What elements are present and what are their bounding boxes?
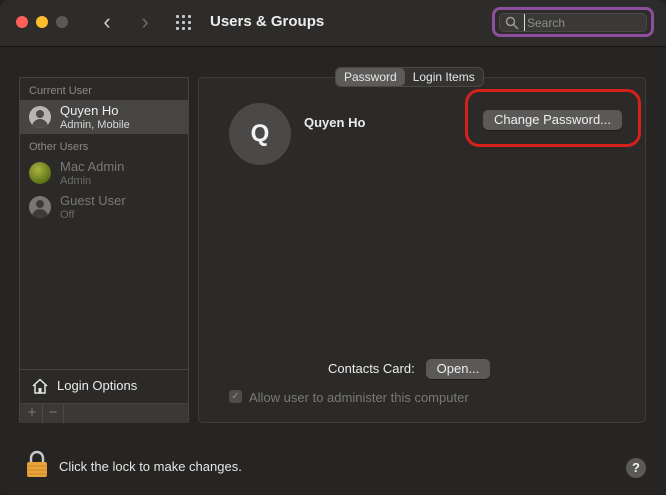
add-user-button[interactable]: + — [22, 404, 43, 423]
users-sidebar: Current User Quyen Ho Admin, Mobile Othe… — [19, 77, 189, 423]
user-role: Admin, Mobile — [60, 119, 130, 131]
forward-chevron-icon[interactable]: › — [134, 10, 156, 34]
tennis-ball-avatar-icon — [29, 162, 51, 184]
search-focus-highlight — [492, 7, 654, 37]
selected-user-name: Quyen Ho — [304, 115, 366, 130]
sidebar-toolbar: + − — [20, 403, 188, 423]
search-icon — [505, 16, 519, 30]
user-item-guest-user[interactable]: Guest User Off — [20, 190, 188, 224]
tab-login-items[interactable]: Login Items — [405, 68, 483, 86]
login-options-label: Login Options — [57, 378, 138, 393]
avatar-initial: Q — [250, 120, 270, 147]
current-user-header: Current User — [29, 85, 92, 97]
remove-user-button[interactable]: − — [43, 404, 64, 423]
other-users-header: Other Users — [29, 141, 89, 153]
title-bar: ‹ › Users & Groups — [0, 0, 666, 47]
user-name: Guest User — [60, 193, 126, 208]
users-groups-window: ‹ › Users & Groups Current User Quyen Ho… — [0, 0, 666, 495]
tab-bar: Password Login Items — [335, 67, 484, 87]
user-item-mac-admin[interactable]: Mac Admin Admin — [20, 156, 188, 190]
user-name: Quyen Ho — [60, 103, 119, 118]
avatar-person-icon — [29, 196, 51, 218]
search-input[interactable] — [524, 14, 645, 31]
close-window-button[interactable] — [16, 16, 28, 28]
user-avatar-large[interactable]: Q — [229, 103, 291, 165]
help-button[interactable]: ? — [626, 458, 646, 478]
search-field[interactable] — [499, 13, 647, 32]
tab-password[interactable]: Password — [336, 68, 405, 86]
allow-admin-checkbox[interactable]: ✓ — [229, 390, 242, 403]
user-role: Admin — [60, 175, 92, 187]
home-icon — [32, 378, 48, 394]
contacts-card-label: Contacts Card: — [328, 361, 415, 376]
lock-icon[interactable] — [26, 450, 48, 478]
zoom-window-button[interactable] — [56, 16, 68, 28]
user-item-quyen-ho[interactable]: Quyen Ho Admin, Mobile — [20, 100, 188, 134]
login-options-item[interactable]: Login Options — [20, 369, 188, 402]
window-title: Users & Groups — [210, 13, 325, 30]
open-contacts-button[interactable]: Open... — [426, 359, 490, 379]
lock-hint-label: Click the lock to make changes. — [59, 459, 242, 474]
back-chevron-icon[interactable]: ‹ — [96, 10, 118, 34]
allow-admin-label: Allow user to administer this computer — [249, 390, 469, 405]
change-password-button[interactable]: Change Password... — [483, 110, 622, 130]
minimize-window-button[interactable] — [36, 16, 48, 28]
avatar-person-icon — [29, 106, 51, 128]
user-role: Off — [60, 209, 75, 221]
show-all-grid-icon[interactable] — [176, 15, 194, 31]
user-name: Mac Admin — [60, 159, 125, 174]
